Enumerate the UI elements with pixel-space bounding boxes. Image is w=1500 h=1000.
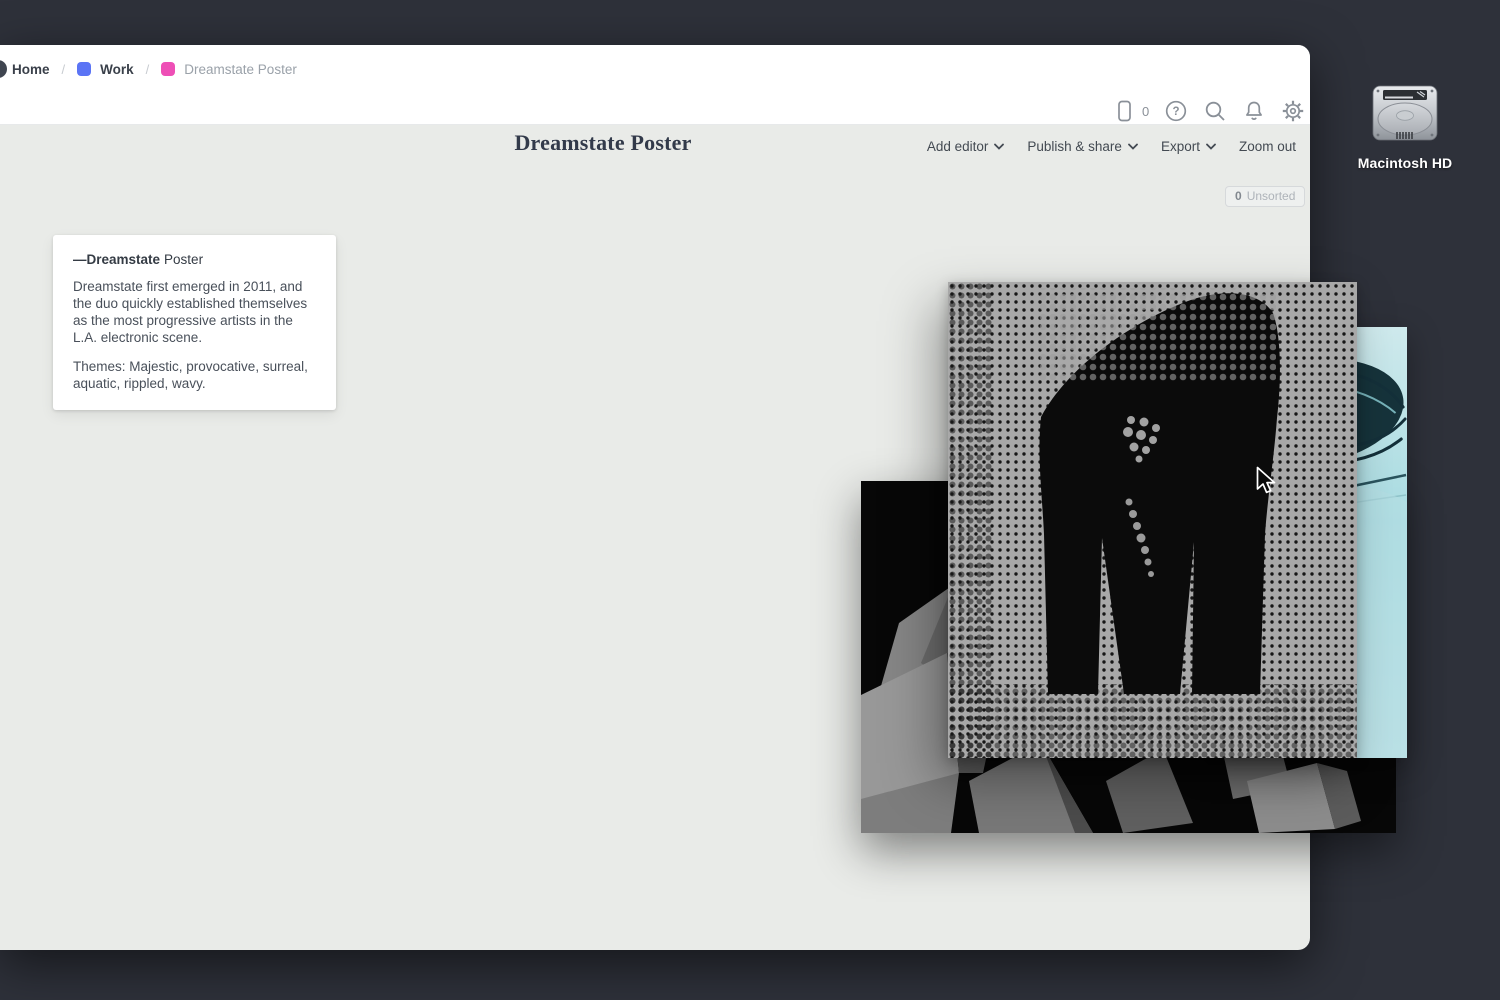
breadcrumb: Home / Work / Dreamstate Poster: [12, 58, 297, 80]
unsorted-badge[interactable]: 0 Unsorted: [1225, 186, 1305, 207]
breadcrumb-home[interactable]: Home: [12, 62, 50, 77]
chevron-down-icon: [1206, 143, 1216, 150]
add-editor-label: Add editor: [927, 139, 989, 154]
zoom-out-label: Zoom out: [1239, 139, 1296, 154]
notifications-bell-icon[interactable]: [1242, 99, 1266, 123]
hard-drive-icon: [1370, 82, 1440, 144]
unsorted-label: Unsorted: [1247, 189, 1296, 203]
window-header: Home / Work / Dreamstate Poster 0 ?: [0, 45, 1310, 125]
device-count: 0: [1142, 104, 1149, 119]
header-icon-strip: 0 ?: [1112, 99, 1305, 123]
note-card-paragraph: Dreamstate first emerged in 2011, and th…: [73, 278, 316, 346]
drive-label: Macintosh HD: [1340, 155, 1470, 171]
breadcrumb-work[interactable]: Work: [100, 62, 134, 77]
halftone-poster-image[interactable]: [948, 282, 1357, 758]
toolbar: Add editor Publish & share Export Zoom o…: [927, 139, 1296, 154]
breadcrumb-separator: /: [143, 62, 153, 77]
add-editor-button[interactable]: Add editor: [927, 139, 1005, 154]
note-title-bold: —Dreamstate: [73, 252, 160, 267]
note-card-paragraph: Themes: Majestic, provocative, surreal, …: [73, 358, 316, 392]
chevron-down-icon: [994, 143, 1004, 150]
work-board-icon[interactable]: [77, 62, 91, 76]
settings-gear-icon[interactable]: [1281, 99, 1305, 123]
note-title-rest: Poster: [164, 252, 203, 267]
breadcrumb-current[interactable]: Dreamstate Poster: [184, 62, 297, 77]
help-icon[interactable]: ?: [1164, 99, 1188, 123]
export-label: Export: [1161, 139, 1200, 154]
publish-share-button[interactable]: Publish & share: [1027, 139, 1138, 154]
export-button[interactable]: Export: [1161, 139, 1216, 154]
note-card-title: —Dreamstate Poster: [73, 252, 316, 267]
publish-share-label: Publish & share: [1027, 139, 1122, 154]
macintosh-hd-desktop-icon[interactable]: Macintosh HD: [1340, 82, 1470, 171]
svg-text:?: ?: [1173, 106, 1180, 118]
note-card[interactable]: —Dreamstate Poster Dreamstate first emerg…: [53, 235, 336, 410]
chevron-down-icon: [1128, 143, 1138, 150]
breadcrumb-separator: /: [59, 62, 69, 77]
mouse-cursor: [1256, 466, 1280, 501]
unsorted-count: 0: [1235, 189, 1242, 203]
dreamstate-board-icon[interactable]: [161, 62, 175, 76]
zoom-out-button[interactable]: Zoom out: [1239, 139, 1296, 154]
account-circle-icon[interactable]: [0, 60, 7, 78]
search-icon[interactable]: [1203, 99, 1227, 123]
device-preview-icon[interactable]: [1112, 99, 1136, 123]
